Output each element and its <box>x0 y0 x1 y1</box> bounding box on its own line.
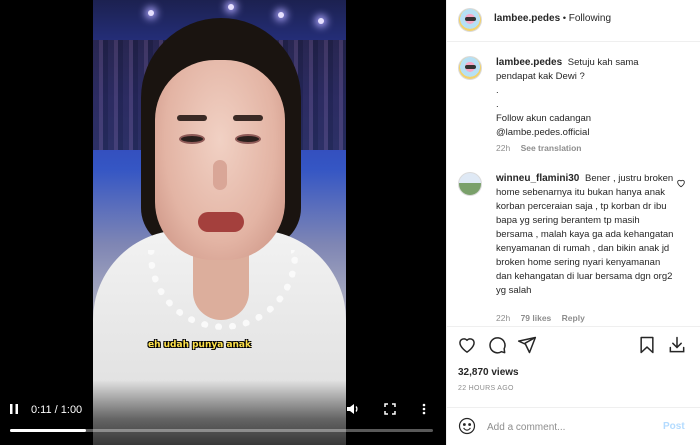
face <box>155 60 285 260</box>
comment-bar: Post <box>447 407 700 445</box>
follow-status-button[interactable]: Following <box>569 13 611 24</box>
comment-like-heart-icon[interactable] <box>676 178 686 188</box>
author-avatar[interactable] <box>458 8 482 32</box>
caption-line: Follow akun cadangan <box>496 113 592 124</box>
video-progress-fill <box>10 429 87 432</box>
caption-time: 22h <box>496 143 511 153</box>
pause-icon[interactable] <box>8 403 20 418</box>
caption-author-username[interactable]: lambee.pedes <box>496 57 562 68</box>
post-actions: 32,870 views 22 HOURS AGO Post <box>447 326 700 445</box>
caption-author-avatar[interactable] <box>458 56 482 80</box>
author-username[interactable]: lambee.pedes <box>494 13 560 24</box>
eye-right <box>235 134 261 144</box>
caption-line: Setuju kah sama <box>567 57 639 68</box>
caption-line: pendapat kak Dewi ? <box>496 71 585 82</box>
time-current: 0:11 <box>31 404 52 416</box>
caption-line: . <box>496 99 499 110</box>
stage-light <box>148 10 154 16</box>
share-icon[interactable] <box>517 335 537 355</box>
stage-light <box>228 4 234 10</box>
post-caption: lambee.pedes Setuju kah sama pendapat ka… <box>496 56 681 140</box>
eye-left <box>179 134 205 144</box>
bookmark-icon[interactable] <box>637 335 657 355</box>
post-panel: lambee.pedes • Following lambee.pedes Se… <box>446 0 700 445</box>
video-subtitle: eh udah punya anak <box>148 340 251 350</box>
stage-light <box>278 12 284 18</box>
commenter-username[interactable]: winneu_flamini30 <box>496 173 579 184</box>
video-progress-bar[interactable] <box>10 429 433 432</box>
post-timestamp: 22 HOURS AGO <box>458 385 514 392</box>
video-player[interactable]: eh udah punya anak 0:11 / 1:00 <box>0 0 446 445</box>
time-separator: / <box>51 404 61 416</box>
comment-input[interactable] <box>487 418 647 436</box>
caption-meta: 22h See translation <box>496 143 582 153</box>
commenter-avatar[interactable] <box>458 172 482 196</box>
caption-mention-link[interactable]: @lambe.pedes.official <box>496 126 681 140</box>
author-line: lambee.pedes • Following <box>494 13 611 24</box>
post-header: lambee.pedes • Following <box>447 0 700 42</box>
comment: winneu_flamini30 Bener , justru broken h… <box>496 172 674 298</box>
stage-light <box>318 18 324 24</box>
video-time: 0:11 / 1:00 <box>31 404 82 416</box>
reply-button[interactable]: Reply <box>562 313 585 323</box>
separator-dot: • <box>562 13 567 24</box>
caption-line: . <box>496 85 499 96</box>
comment-likes[interactable]: 79 likes <box>521 313 552 323</box>
eyebrow-left <box>177 115 207 121</box>
nose <box>213 160 227 190</box>
comment-icon[interactable] <box>487 335 507 355</box>
download-icon[interactable] <box>667 335 687 355</box>
post-comment-button[interactable]: Post <box>663 421 685 432</box>
mouth <box>198 212 244 232</box>
time-total: 1:00 <box>60 404 83 416</box>
view-count[interactable]: 32,870 views <box>458 367 519 378</box>
comment-meta: 22h 79 likes Reply <box>496 313 585 323</box>
comment-time: 22h <box>496 313 511 323</box>
volume-icon[interactable] <box>346 403 360 418</box>
heart-icon[interactable] <box>457 335 477 355</box>
more-vertical-icon[interactable] <box>421 403 427 418</box>
eyebrow-right <box>233 115 263 121</box>
comment-text: Bener , justru broken home sebenarnya it… <box>496 173 674 296</box>
video-frame[interactable] <box>93 0 346 445</box>
fullscreen-icon[interactable] <box>384 403 396 418</box>
emoji-icon[interactable] <box>458 417 476 438</box>
see-translation-button[interactable]: See translation <box>521 143 582 153</box>
